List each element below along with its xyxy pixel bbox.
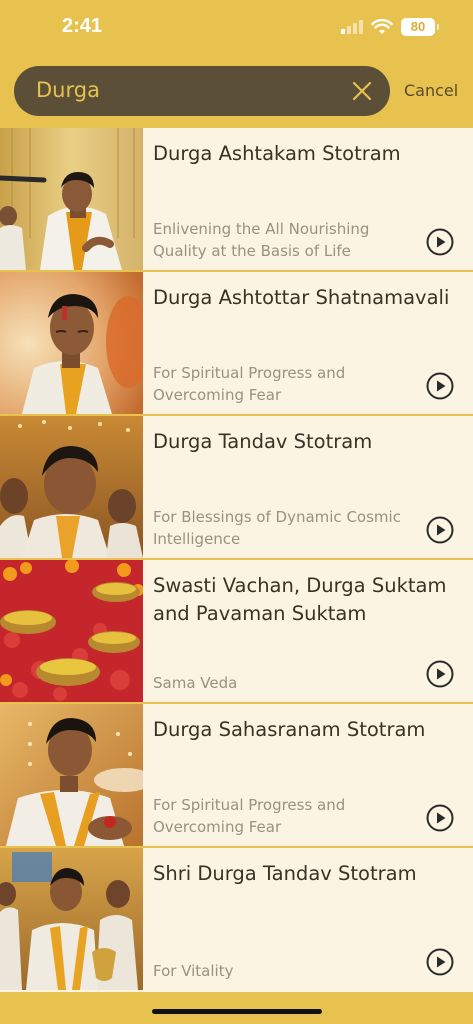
play-icon[interactable]: [426, 804, 454, 832]
status-icons: 80: [341, 18, 439, 36]
status-bar: 2:41 80: [0, 0, 473, 56]
wifi-icon: [371, 19, 393, 34]
result-subtitle: For Spiritual Progress and Overcoming Fe…: [153, 796, 346, 836]
result-row[interactable]: Swasti Vachan, Durga Suktam and Pavaman …: [0, 560, 473, 704]
result-title: Shri Durga Tandav Stotram: [153, 862, 417, 885]
cellular-signal-icon: [341, 20, 363, 34]
status-time: 2:41: [62, 15, 103, 37]
search-query-text[interactable]: Durga: [36, 78, 100, 102]
result-title: Durga Sahasranam Stotram: [153, 718, 426, 741]
cancel-button[interactable]: Cancel: [404, 81, 458, 100]
result-title: Swasti Vachan, Durga Suktam and Pavaman …: [153, 574, 447, 625]
chanting-man-photo: [0, 272, 143, 414]
result-subtitle: For Vitality: [153, 962, 234, 980]
result-title: Durga Ashtottar Shatnamavali: [153, 286, 450, 309]
oil-lamps-and-flowers-photo: [0, 560, 143, 702]
result-title: Durga Tandav Stotram: [153, 430, 373, 453]
battery-icon: 80: [401, 18, 439, 36]
play-icon[interactable]: [426, 948, 454, 976]
result-subtitle: For Blessings of Dynamic Cosmic Intellig…: [153, 508, 401, 548]
clear-icon[interactable]: [350, 79, 374, 103]
search-bar: Durga Cancel: [0, 64, 473, 118]
result-subtitle: Sama Veda: [153, 674, 238, 692]
chanting-group-photo: [0, 416, 143, 558]
result-row[interactable]: Durga Sahasranam Stotram For Spiritual P…: [0, 704, 473, 848]
offering-man-photo: [0, 704, 143, 846]
result-subtitle: Enlivening the All Nourishing Quality at…: [153, 220, 370, 260]
play-icon[interactable]: [426, 228, 454, 256]
play-icon[interactable]: [426, 660, 454, 688]
result-row[interactable]: Shri Durga Tandav Stotram For Vitality: [0, 848, 473, 992]
play-icon[interactable]: [426, 372, 454, 400]
result-row[interactable]: Durga Tandav Stotram For Blessings of Dy…: [0, 416, 473, 560]
result-title: Durga Ashtakam Stotram: [153, 142, 401, 165]
result-subtitle: For Spiritual Progress and Overcoming Fe…: [153, 364, 346, 404]
result-row[interactable]: Durga Ashtakam Stotram Enlivening the Al…: [0, 128, 473, 272]
priests-group-photo: [0, 848, 143, 990]
result-row[interactable]: Durga Ashtottar Shatnamavali For Spiritu…: [0, 272, 473, 416]
search-input[interactable]: Durga: [14, 66, 390, 116]
singer-with-microphone-photo: [0, 128, 143, 270]
home-indicator[interactable]: [152, 1009, 322, 1014]
play-icon[interactable]: [426, 516, 454, 544]
results-list: Durga Ashtakam Stotram Enlivening the Al…: [0, 128, 473, 992]
